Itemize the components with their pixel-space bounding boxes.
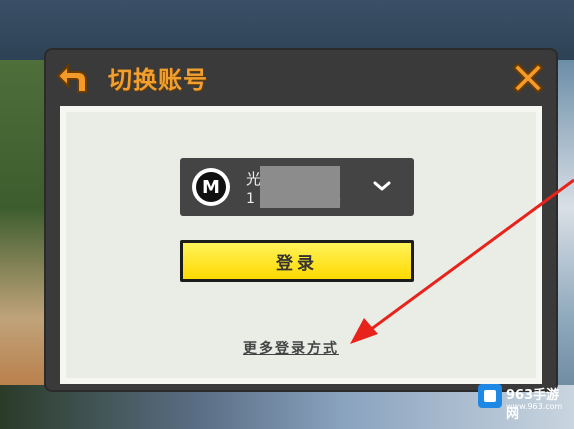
dialog-header: 切换账号 [46,50,556,106]
watermark-logo-icon [478,384,502,408]
close-icon [512,62,544,94]
redaction-mask [260,166,340,208]
switch-account-dialog: 切换账号 M 光 1 4 登录 更多登录方式 [46,50,556,390]
more-login-methods-link[interactable]: 更多登录方式 [243,338,339,358]
watermark-url: www.963.com [506,402,563,411]
account-name: 光 [246,170,262,188]
login-button[interactable]: 登录 [180,240,414,282]
account-avatar: M [192,168,230,206]
account-id-start: 1 [246,191,255,207]
m-logo-icon: M [196,172,226,202]
watermark: 963手游网 www.963.com [472,378,568,422]
account-dropdown[interactable]: M 光 1 4 [180,158,414,216]
back-button[interactable] [52,62,92,96]
close-button[interactable] [508,58,548,98]
chevron-down-icon [373,181,391,191]
dialog-title: 切换账号 [108,66,208,94]
back-arrow-icon [56,63,87,93]
